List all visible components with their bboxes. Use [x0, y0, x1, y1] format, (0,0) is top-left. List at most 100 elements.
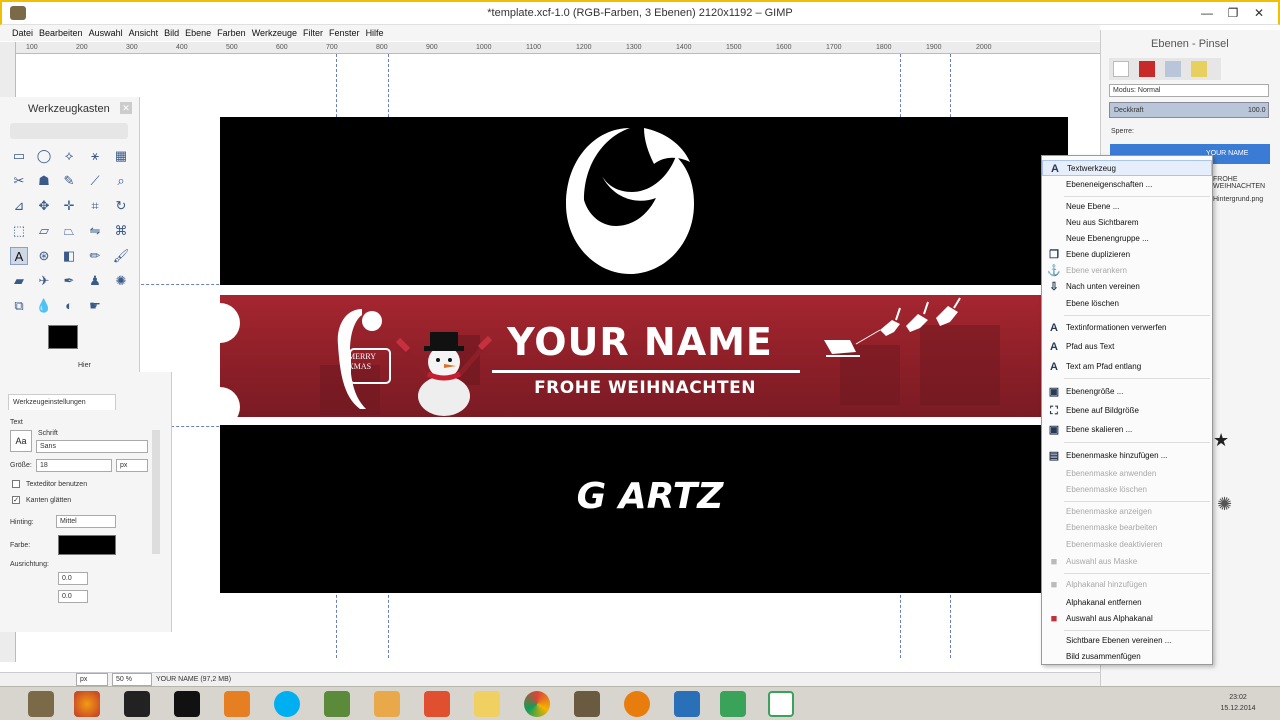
menu-ansicht[interactable]: Ansicht — [129, 25, 165, 41]
foreground-select-icon[interactable]: ☗ — [35, 172, 53, 190]
free-select-icon[interactable]: ⟡ — [60, 147, 78, 165]
shear-icon[interactable]: ▱ — [35, 222, 53, 240]
dock-tabs[interactable] — [1109, 58, 1221, 80]
layers-tab-icon[interactable] — [1113, 61, 1129, 77]
menu-farben[interactable]: Farben — [217, 25, 252, 41]
scale-icon[interactable]: ⬚ — [10, 222, 28, 240]
antialias-checkbox[interactable]: ✓ — [12, 496, 20, 504]
menu-hilfe[interactable]: Hilfe — [366, 25, 390, 41]
brush-splatter-icon[interactable]: ✺ — [1217, 494, 1232, 515]
layer-item[interactable]: Hintergrund.png — [1213, 196, 1263, 203]
clone-icon[interactable]: ♟ — [86, 272, 104, 290]
channels-tab-icon[interactable] — [1139, 61, 1155, 77]
menu-item-duplicate-layer[interactable]: ❐ Ebene duplizieren — [1042, 247, 1212, 263]
line-spacing-field[interactable]: 0.0 — [58, 590, 88, 603]
menu-item-merge-visible[interactable]: Sichtbare Ebenen vereinen ... — [1042, 633, 1212, 649]
hinting-select[interactable]: Mittel — [56, 515, 116, 528]
undo-tab-icon[interactable] — [1191, 61, 1207, 77]
menu-ebene[interactable]: Ebene — [185, 25, 217, 41]
options-scrollbar[interactable] — [152, 430, 160, 554]
perspective-icon[interactable]: ⏢ — [60, 222, 78, 240]
scissors-icon[interactable]: ✂ — [10, 172, 28, 190]
camtasia-icon[interactable] — [720, 691, 746, 717]
menu-auswahl[interactable]: Auswahl — [89, 25, 129, 41]
size-field[interactable]: 18 — [36, 459, 112, 472]
text-tool-icon[interactable]: A — [10, 247, 28, 265]
smudge-icon[interactable]: ✺ — [112, 272, 130, 290]
menu-item-flatten-image[interactable]: Bild zusammenfügen — [1042, 649, 1212, 665]
smudge-finger-icon[interactable]: ☛ — [86, 297, 104, 315]
brush-star-icon[interactable]: ★ — [1213, 430, 1229, 451]
bucket-fill-icon[interactable]: ◧ — [60, 247, 78, 265]
pencil-icon[interactable]: ✏ — [86, 247, 104, 265]
menu-item-remove-alpha-channel[interactable]: Alphakanal entfernen — [1042, 595, 1212, 611]
perspective-clone-icon[interactable]: ⧉ — [10, 297, 28, 315]
menu-item-add-alpha-channel[interactable]: ■ Alphakanal hinzufügen — [1042, 577, 1212, 593]
menu-filter[interactable]: Filter — [303, 25, 329, 41]
mode-select[interactable]: Modus: Normal — [1109, 84, 1269, 97]
horizontal-ruler[interactable]: 100 200 300 400 500 600 700 800 900 1000… — [16, 42, 1100, 54]
move-icon[interactable]: ✥ — [35, 197, 53, 215]
media-icon[interactable] — [224, 691, 250, 717]
menu-item-merge-down[interactable]: ⇩ Nach unten vereinen — [1042, 279, 1212, 295]
close-button[interactable]: ✕ — [1246, 4, 1272, 22]
color-picker-icon[interactable]: ⟋ — [86, 172, 104, 190]
menu-item-new-layer-group[interactable]: Neue Ebenengruppe ... — [1042, 231, 1212, 247]
heal-icon[interactable]: ⊛ — [35, 247, 53, 265]
app-icon[interactable] — [174, 691, 200, 717]
menu-item-edit-layer-mask[interactable]: Ebenenmaske bearbeiten — [1042, 520, 1212, 536]
foreground-color-swatch[interactable] — [48, 325, 78, 349]
folder-icon[interactable] — [474, 691, 500, 717]
font-field[interactable]: Sans — [36, 440, 148, 453]
unit-select[interactable]: px — [116, 459, 148, 472]
menu-item-anchor-layer[interactable]: ⚓ Ebene verankern — [1042, 263, 1212, 279]
unit-select[interactable]: px — [76, 673, 108, 686]
menu-item-scale-layer[interactable]: ▣ Ebene skalieren ... — [1042, 422, 1212, 438]
gimp-task-icon[interactable] — [28, 691, 54, 717]
cage-icon[interactable]: ⌘ — [112, 222, 130, 240]
skype-icon[interactable] — [274, 691, 300, 717]
layer-item[interactable]: FROHE WEIHNACHTEN — [1213, 176, 1280, 190]
menu-item-discard-text-info[interactable]: A Textinformationen verwerfen — [1042, 320, 1212, 336]
menu-item-layer-boundary-size[interactable]: ▣ Ebenengröße ... — [1042, 384, 1212, 400]
menu-item-add-layer-mask[interactable]: ▤ Ebenenmaske hinzufügen ... — [1042, 448, 1212, 464]
menu-item-layer-to-image-size[interactable]: ⛶ Ebene auf Bildgröße — [1042, 403, 1212, 419]
flip-icon[interactable]: ⇋ — [86, 222, 104, 240]
measure-icon[interactable]: ⊿ — [10, 197, 28, 215]
paths-icon[interactable]: ✎ — [60, 172, 78, 190]
app-icon[interactable] — [374, 691, 400, 717]
firefox-icon[interactable] — [74, 691, 100, 717]
indent-field[interactable]: 0.0 — [58, 572, 88, 585]
gimp-icon[interactable] — [574, 691, 600, 717]
menu-bearbeiten[interactable]: Bearbeiten — [39, 25, 89, 41]
menu-datei[interactable]: Datei — [12, 25, 39, 41]
close-icon[interactable]: ✕ — [120, 102, 132, 114]
menu-item-delete-layer[interactable]: Ebene löschen — [1042, 296, 1212, 312]
blur-icon[interactable]: 💧 — [35, 297, 53, 315]
minecraft-icon[interactable] — [324, 691, 350, 717]
chrome-icon[interactable] — [524, 691, 550, 717]
font-preview-icon[interactable]: Aa — [10, 430, 32, 452]
menu-item-disable-layer-mask[interactable]: Ebenenmaske deaktivieren — [1042, 537, 1212, 553]
paths-tab-icon[interactable] — [1165, 61, 1181, 77]
menu-item-apply-layer-mask[interactable]: Ebenenmaske anwenden — [1042, 466, 1212, 482]
menu-werkzeuge[interactable]: Werkzeuge — [252, 25, 303, 41]
taskbar-clock[interactable]: 23:02 15.12.2014 — [1208, 692, 1268, 714]
app-icon[interactable] — [424, 691, 450, 717]
menu-item-new-layer[interactable]: Neue Ebene ... — [1042, 199, 1212, 215]
airbrush-icon[interactable]: ✈ — [35, 272, 53, 290]
zoom-select[interactable]: 50 % — [112, 673, 152, 686]
toolbox-drop-area[interactable] — [10, 123, 128, 139]
menu-item-text-along-path[interactable]: A Text am Pfad entlang — [1042, 359, 1212, 375]
minimize-button[interactable]: — — [1194, 4, 1220, 22]
maximize-button[interactable]: ❐ — [1220, 4, 1246, 22]
menu-item-path-from-text[interactable]: A Pfad aus Text — [1042, 339, 1212, 355]
menu-item-new-from-visible[interactable]: Neu aus Sichtbarem — [1042, 215, 1212, 231]
paintbrush-icon[interactable]: 🖌 — [112, 247, 130, 265]
tab-tool-options[interactable]: Werkzeugeinstellungen — [8, 394, 116, 410]
rect-select-icon[interactable]: ▭ — [10, 147, 28, 165]
eraser-icon[interactable]: ▰ — [10, 272, 28, 290]
app-icon[interactable] — [124, 691, 150, 717]
color-select-icon[interactable]: ▦ — [112, 147, 130, 165]
align-icon[interactable]: ✛ — [60, 197, 78, 215]
